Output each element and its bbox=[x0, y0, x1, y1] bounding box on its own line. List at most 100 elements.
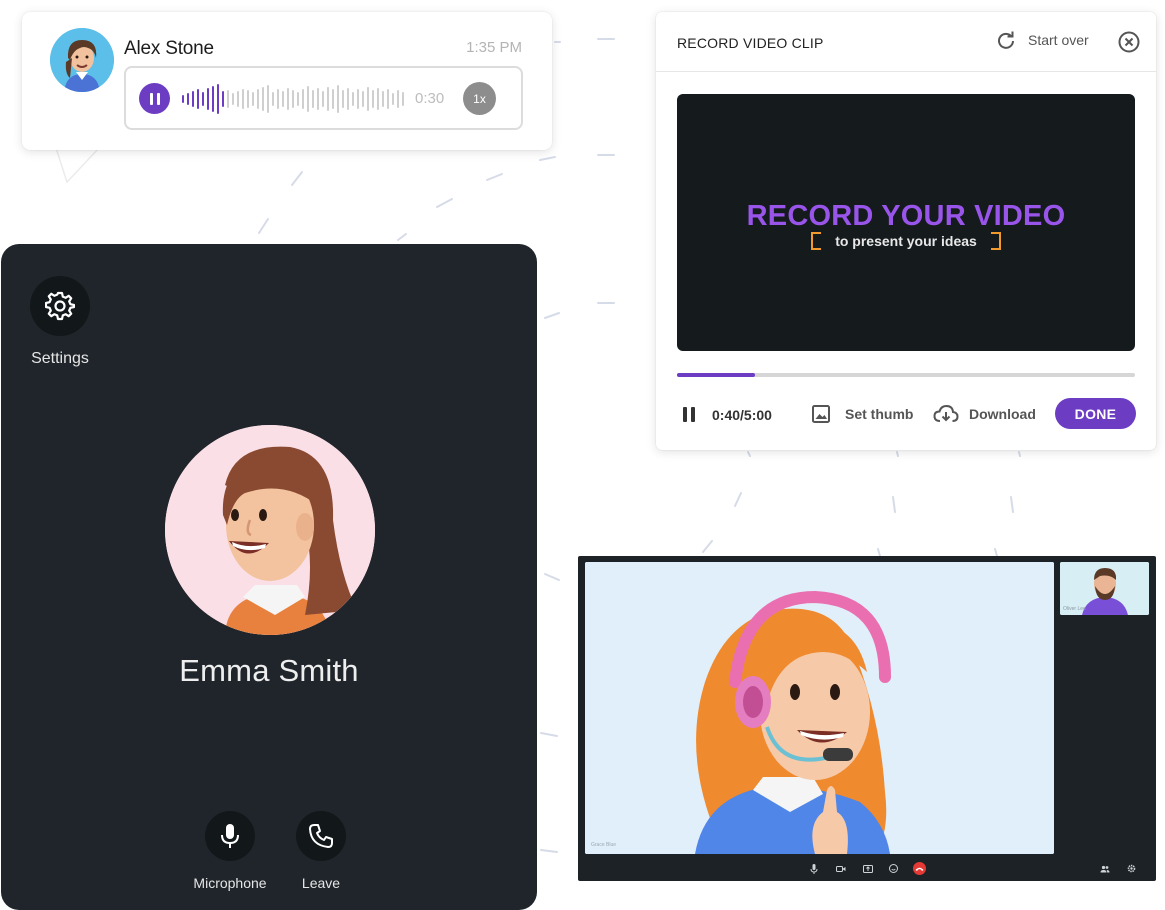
playback-speed-button[interactable]: 1x bbox=[463, 82, 496, 115]
recording-pause-button[interactable] bbox=[683, 407, 695, 422]
waveform-bar bbox=[227, 90, 229, 108]
leave-button[interactable] bbox=[296, 811, 346, 861]
participant-thumbnail[interactable]: Oliver Lee bbox=[1060, 562, 1149, 615]
set-thumb-button[interactable]: Set thumb bbox=[811, 404, 913, 424]
camera-toggle-button[interactable] bbox=[834, 862, 847, 875]
preview-headline: RECORD YOUR VIDEO bbox=[746, 200, 1066, 232]
main-video-feed[interactable]: Grace Blue bbox=[585, 562, 1054, 854]
waveform-bar bbox=[387, 89, 389, 109]
message-time: 1:35 PM bbox=[466, 39, 522, 56]
bracket-left bbox=[811, 232, 822, 250]
waveform-bar bbox=[402, 92, 404, 106]
leave-label: Leave bbox=[301, 875, 341, 891]
recording-progress-fill bbox=[677, 373, 755, 377]
sender-avatar bbox=[50, 28, 114, 92]
start-over-button[interactable]: Start over bbox=[996, 30, 1089, 50]
voice-player: 0:30 1x bbox=[124, 66, 523, 130]
waveform-bar bbox=[332, 89, 334, 109]
waveform-bar bbox=[347, 88, 349, 110]
set-thumb-label: Set thumb bbox=[845, 406, 914, 422]
waveform-bar bbox=[247, 90, 249, 108]
dialog-title: RECORD VIDEO CLIP bbox=[677, 35, 824, 51]
waveform-bar bbox=[242, 89, 244, 109]
waveform-bar bbox=[187, 93, 189, 105]
waveform-bar bbox=[212, 86, 214, 112]
waveform[interactable] bbox=[182, 82, 406, 116]
waveform-bar bbox=[287, 88, 289, 110]
recording-controls: 0:40/5:00 Set thumb Download DONE bbox=[677, 398, 1136, 430]
microphone-button[interactable] bbox=[205, 811, 255, 861]
waveform-bar bbox=[267, 85, 269, 113]
participant-avatar bbox=[165, 425, 375, 635]
meeting-toolbar bbox=[578, 856, 1156, 881]
waveform-bar bbox=[307, 86, 309, 112]
microphone-icon bbox=[221, 824, 239, 848]
download-button[interactable]: Download bbox=[933, 404, 1036, 424]
voice-call-panel: Settings Emma Smith Microphone Leave bbox=[1, 244, 537, 910]
pause-icon bbox=[149, 92, 153, 105]
participants-button[interactable] bbox=[1098, 862, 1111, 875]
video-camera-icon bbox=[835, 865, 845, 872]
waveform-bar bbox=[372, 90, 374, 108]
download-label: Download bbox=[969, 406, 1036, 422]
recording-progress-bar[interactable] bbox=[677, 373, 1135, 377]
reactions-button[interactable] bbox=[887, 862, 900, 875]
preview-subheadline-text: to present your ideas bbox=[835, 233, 977, 249]
refresh-icon bbox=[998, 31, 1014, 49]
share-screen-button[interactable] bbox=[861, 862, 874, 875]
preview-subheadline: to present your ideas bbox=[677, 232, 1135, 250]
microphone-label: Microphone bbox=[193, 875, 267, 891]
waveform-bar bbox=[222, 91, 224, 107]
waveform-bar bbox=[272, 92, 274, 106]
microphone-icon bbox=[810, 863, 817, 874]
hang-up-icon bbox=[915, 867, 924, 871]
waveform-bar bbox=[362, 91, 364, 107]
waveform-bar bbox=[237, 91, 239, 107]
waveform-bar bbox=[202, 92, 204, 106]
waveform-bar bbox=[192, 91, 194, 107]
end-call-button[interactable] bbox=[913, 862, 926, 875]
waveform-bar bbox=[262, 87, 264, 111]
cloud-download-icon bbox=[933, 404, 959, 422]
start-over-label: Start over bbox=[1028, 32, 1089, 48]
waveform-bar bbox=[322, 91, 324, 107]
phone-icon bbox=[309, 824, 333, 848]
main-video-name-label: Grace Blue bbox=[591, 842, 617, 848]
waveform-bar bbox=[302, 89, 304, 109]
gear-icon bbox=[45, 291, 75, 321]
waveform-bar bbox=[312, 90, 314, 108]
waveform-bar bbox=[232, 93, 234, 105]
dialog-header: RECORD VIDEO CLIP Start over bbox=[656, 12, 1156, 72]
meeting-settings-button[interactable] bbox=[1125, 862, 1138, 875]
waveform-bar bbox=[217, 84, 219, 114]
waveform-bar bbox=[257, 89, 259, 109]
bracket-right bbox=[990, 232, 1001, 250]
voice-message-card: Alex Stone 1:35 PM 0:30 1x bbox=[22, 12, 552, 150]
speech-bubble-tail bbox=[55, 146, 100, 184]
waveform-bar bbox=[352, 92, 354, 106]
video-meeting-window: Grace Blue Oliver Lee bbox=[578, 556, 1156, 881]
waveform-bar bbox=[207, 88, 209, 110]
pause-icon bbox=[683, 407, 687, 422]
done-button[interactable]: DONE bbox=[1055, 398, 1136, 429]
record-video-clip-dialog: RECORD VIDEO CLIP Start over RECORD YOUR… bbox=[656, 12, 1156, 450]
settings-label: Settings bbox=[31, 350, 89, 367]
waveform-bar bbox=[337, 85, 339, 113]
voice-duration: 0:30 bbox=[415, 90, 445, 107]
waveform-bar bbox=[377, 88, 379, 110]
screen-share-icon bbox=[862, 864, 873, 873]
waveform-bar bbox=[292, 90, 294, 108]
waveform-bar bbox=[357, 89, 359, 109]
waveform-bar bbox=[252, 92, 254, 106]
waveform-bar bbox=[367, 87, 369, 111]
people-icon bbox=[1100, 865, 1109, 872]
voice-pause-button[interactable] bbox=[139, 83, 170, 114]
settings-button[interactable] bbox=[30, 276, 90, 336]
close-button[interactable] bbox=[1118, 31, 1140, 58]
waveform-bar bbox=[182, 95, 184, 103]
waveform-bar bbox=[392, 93, 394, 105]
waveform-bar bbox=[197, 89, 199, 109]
waveform-bar bbox=[382, 91, 384, 107]
mic-toggle-button[interactable] bbox=[807, 862, 820, 875]
video-preview[interactable]: RECORD YOUR VIDEO to present your ideas bbox=[677, 94, 1135, 351]
